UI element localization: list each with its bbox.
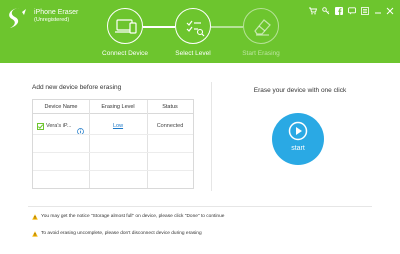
device-table: Device Name Erasing Level Status Vera's …	[32, 99, 194, 189]
notice-text: You may get the notice "Storage almost f…	[41, 214, 225, 219]
checklist-icon	[186, 20, 205, 37]
cart-icon[interactable]	[309, 7, 317, 15]
row-divider	[33, 170, 193, 171]
play-circle-icon	[288, 121, 308, 141]
panel-divider	[211, 82, 212, 191]
row-divider	[33, 152, 193, 153]
notice-text: To avoid erasing uncomplete, please don'…	[41, 231, 202, 236]
key-icon[interactable]	[322, 7, 330, 15]
close-icon[interactable]	[386, 7, 394, 15]
start-button[interactable]: start	[272, 113, 324, 165]
notice-divider	[28, 206, 372, 207]
app-registration-status: (Unregistered)	[34, 17, 70, 23]
app-logo-icon	[6, 6, 28, 30]
device-checkbox[interactable]	[37, 123, 44, 130]
step-label-start-erasing: Start Erasing	[242, 50, 280, 57]
menu-icon[interactable]	[361, 7, 369, 15]
minimize-icon[interactable]	[374, 7, 382, 15]
header-bar: iPhone Eraser (Unregistered) Connect Dev…	[0, 0, 400, 63]
row-divider	[33, 134, 193, 135]
column-header-status: Status	[162, 104, 178, 110]
start-button-label: start	[291, 145, 305, 152]
warning-icon	[32, 231, 38, 237]
column-header-device-name: Device Name	[44, 104, 78, 110]
column-header-erasing-level: Erasing Level	[101, 104, 135, 110]
info-icon[interactable]	[77, 122, 84, 135]
step-start-erasing-circle	[243, 8, 279, 44]
facebook-icon[interactable]	[335, 7, 343, 15]
laptop-phone-icon	[115, 19, 137, 34]
warning-icon	[32, 214, 38, 220]
chat-icon[interactable]	[348, 7, 356, 15]
step-select-level-circle	[175, 8, 211, 44]
erase-panel-title: Erase your device with one click	[253, 87, 347, 94]
device-name-cell: Vera's iP...	[46, 123, 72, 129]
device-table-header: Device Name Erasing Level Status	[33, 100, 193, 114]
step-label-connect-device: Connect Device	[102, 50, 148, 57]
step-label-select-level: Select Level	[175, 50, 211, 57]
step-connector-1	[143, 26, 175, 28]
status-cell: Connected	[156, 123, 184, 129]
eraser-icon	[254, 19, 271, 36]
device-panel-title: Add new device before erasing	[32, 84, 122, 91]
app-title: iPhone Eraser	[34, 9, 79, 16]
step-connect-device-circle	[107, 8, 143, 44]
erasing-level-link[interactable]: Low	[89, 123, 147, 129]
step-connector-2	[211, 26, 243, 28]
column-divider	[89, 100, 90, 188]
column-divider	[147, 100, 148, 188]
